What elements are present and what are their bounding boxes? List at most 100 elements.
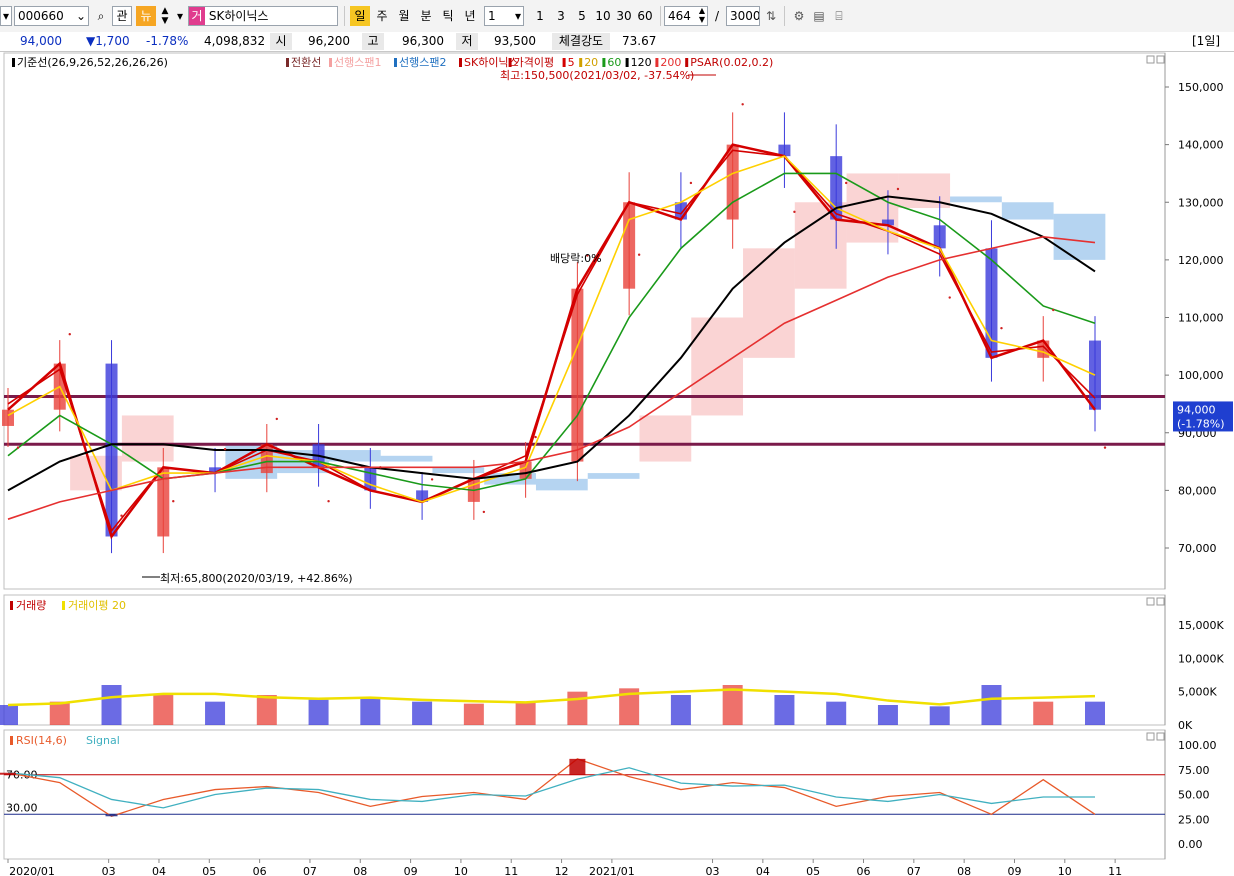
stock-code-input[interactable]: 000660 ⌄	[14, 6, 89, 26]
low-value: 93,500	[494, 34, 536, 48]
psar-dot	[896, 187, 900, 191]
volume-y-tick-label: 5,000K	[1178, 686, 1217, 699]
rsi-oversold-fill	[105, 814, 118, 817]
count-input[interactable]: 464 ▲ ▼	[664, 6, 708, 26]
panel-frame-2	[3, 729, 1166, 860]
psar-dot	[1000, 326, 1003, 330]
price-y-tick-label: 80,000	[1178, 484, 1217, 497]
change-percent: -1.78%	[146, 34, 189, 48]
tools-icon[interactable]: ⌸	[830, 6, 848, 26]
volume-bar	[308, 699, 329, 725]
chart-area[interactable]: 150,000 140,000 130,000 120,000 110,000 100,0…	[0, 51, 1234, 876]
minute-button-5[interactable]: 5	[572, 6, 592, 26]
volume-bar	[722, 685, 743, 725]
x-axis-label: 05	[202, 865, 216, 876]
settings-gear-icon[interactable]: ⚙	[790, 6, 808, 26]
candle-body	[571, 288, 584, 462]
panel-min-icon-1	[1146, 597, 1155, 606]
stepper-icon[interactable]: ▲ ▼	[699, 7, 705, 24]
candle-body	[2, 409, 14, 426]
psar-dot	[16, 446, 20, 449]
volume-bar	[826, 701, 847, 725]
minute-button-60[interactable]: 60	[635, 6, 655, 26]
high-annotation: 최고:150,500(2021/03/02, -37.54%)	[500, 69, 694, 82]
psar-dot	[327, 500, 330, 503]
period-tab-1[interactable]: 주	[372, 6, 392, 26]
x-axis-label: 03	[706, 865, 720, 876]
price-y-tick-label: 140,000	[1178, 139, 1224, 152]
legend-item: 선행스팬2	[399, 56, 446, 69]
legend-item: 20	[584, 56, 598, 69]
volume-bar	[1033, 701, 1054, 725]
x-axis-label: 04	[152, 865, 166, 876]
psar-dot	[223, 447, 227, 451]
minute-button-30[interactable]: 30	[614, 6, 634, 26]
psar-dot	[482, 510, 486, 514]
total-input[interactable]: 3000	[726, 6, 760, 26]
x-axis-label: 08	[353, 865, 367, 876]
search-icon[interactable]: ⌕	[92, 6, 110, 26]
volume-bar	[567, 691, 588, 725]
rsi-signal-legend-item: Signal	[86, 734, 120, 747]
period-tab-5[interactable]: 년	[460, 6, 480, 26]
legend-item: PSAR(0.02,0.2)	[690, 56, 773, 69]
volume-bar	[49, 701, 70, 725]
x-axis-label: 11	[504, 865, 518, 876]
rsi-y-tick-label: 25.00	[1178, 813, 1210, 826]
low-label: 저	[456, 33, 478, 50]
psar-dot	[1052, 308, 1055, 312]
legend-swatch	[329, 58, 332, 67]
minute-button-1[interactable]: 1	[530, 6, 550, 26]
psar-dot	[172, 500, 175, 503]
candle-body	[623, 202, 636, 289]
x-axis-label: 09	[404, 865, 418, 876]
ichimoku-cloud-segment	[587, 473, 640, 479]
new-button[interactable]: 뉴	[136, 6, 156, 26]
volume-bar	[1085, 701, 1105, 725]
kwan-button[interactable]: 관	[112, 6, 132, 26]
legend-item: 선행스팬1	[334, 56, 381, 69]
psar-dot	[844, 181, 848, 185]
legend-swatch	[655, 58, 659, 67]
volume-bar	[877, 705, 898, 725]
legend-swatch	[625, 58, 629, 67]
period-tab-0[interactable]: 일	[350, 6, 370, 26]
legend-swatch	[12, 58, 15, 67]
minute-button-10[interactable]: 10	[593, 6, 613, 26]
dropdown-small-icon[interactable]: ▾	[174, 6, 186, 26]
x-axis-label: 04	[756, 865, 770, 876]
rsi-y-tick-label: 50.00	[1178, 789, 1210, 802]
volume-bar	[670, 695, 691, 725]
strength-label: 체결강도	[552, 33, 610, 50]
total-value: 3000	[730, 9, 760, 23]
price-y-tick-label: 110,000	[1178, 312, 1224, 325]
period-tab-3[interactable]: 분	[416, 6, 436, 26]
candle-body	[260, 444, 273, 474]
updown-spin-icon[interactable]: ▲ ▼	[158, 6, 172, 26]
volume-bar	[515, 701, 536, 725]
panel-max-icon-1	[1156, 597, 1165, 606]
psar-dot	[689, 181, 693, 185]
period-tab-2[interactable]: 월	[394, 6, 414, 26]
legend-swatch	[459, 58, 462, 67]
psar-dot	[637, 253, 641, 256]
price-y-tick-label: 130,000	[1178, 196, 1224, 209]
toolbar: ▾ 000660 ⌄ ⌕ 관 뉴 ▲ ▼ ▾ 거 SK하이닉스 일주월분틱년 1 ▾ …	[0, 0, 1234, 33]
high-label: 고	[362, 33, 384, 50]
chevron-down-icon: ▾	[514, 9, 521, 23]
psar-dot	[741, 103, 744, 106]
save-icon[interactable]: ▤	[810, 6, 828, 26]
minute-button-3[interactable]: 3	[551, 6, 571, 26]
chevron-down-icon[interactable]: ⌄	[76, 7, 86, 25]
psar-dot	[430, 478, 434, 481]
legend-swatch	[562, 58, 566, 67]
zoom-icon[interactable]: ⇅	[762, 6, 780, 26]
stock-name: SK하이닉스	[208, 9, 269, 23]
interval-select[interactable]: 1 ▾	[484, 6, 524, 26]
high-value: 96,300	[402, 34, 444, 48]
volume-bar	[0, 705, 18, 725]
menu-dropdown-icon[interactable]: ▾	[0, 6, 12, 26]
period-tab-4[interactable]: 틱	[438, 6, 458, 26]
rsi-lower-level-label: 30.00	[6, 801, 38, 814]
stock-name-field[interactable]: 거 SK하이닉스	[188, 6, 338, 26]
